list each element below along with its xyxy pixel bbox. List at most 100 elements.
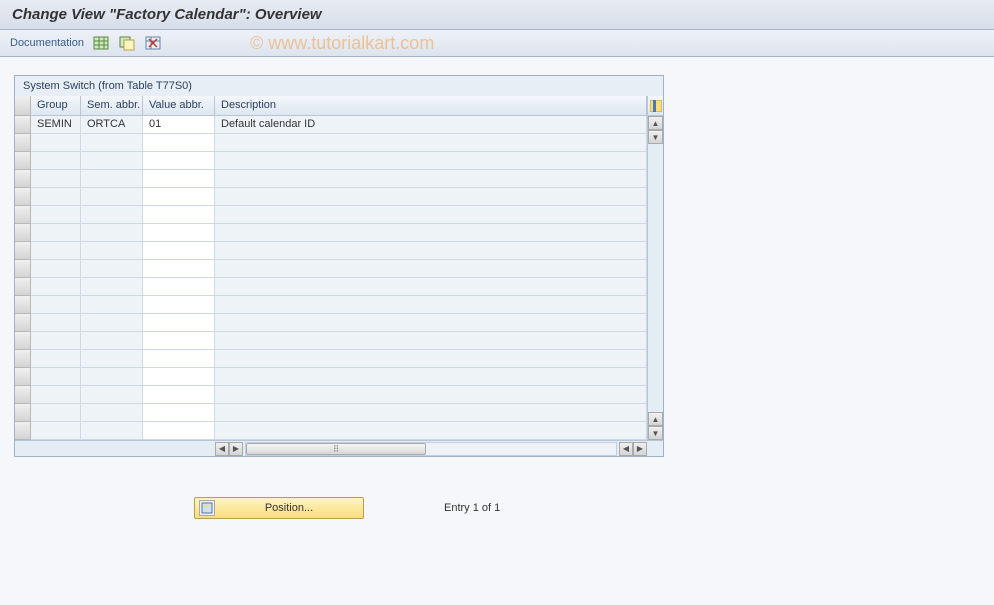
row-selector[interactable] — [15, 350, 31, 368]
cell-value-abbr[interactable] — [143, 242, 215, 260]
cell-sem-abbr — [81, 314, 143, 332]
cell-sem-abbr — [81, 332, 143, 350]
cell-group — [31, 188, 81, 206]
row-selector[interactable] — [15, 224, 31, 242]
scroll-down-icon[interactable]: ▼ — [648, 130, 663, 144]
cell-value-abbr[interactable] — [143, 206, 215, 224]
table-row — [31, 188, 647, 206]
cell-sem-abbr — [81, 152, 143, 170]
scroll-up-icon[interactable]: ▲ — [648, 116, 663, 130]
cell-value-abbr[interactable] — [143, 332, 215, 350]
cell-description — [215, 332, 647, 350]
cell-group — [31, 404, 81, 422]
row-selector[interactable] — [15, 260, 31, 278]
cell-description — [215, 350, 647, 368]
cell-group — [31, 296, 81, 314]
cell-value-abbr[interactable] — [143, 386, 215, 404]
cell-sem-abbr — [81, 404, 143, 422]
cell-sem-abbr — [81, 134, 143, 152]
cell-value-abbr[interactable]: 01 — [143, 116, 215, 134]
watermark-text: © www.tutorialkart.com — [250, 33, 434, 54]
cell-value-abbr[interactable] — [143, 260, 215, 278]
row-selector[interactable] — [15, 134, 31, 152]
cell-description — [215, 278, 647, 296]
cell-value-abbr[interactable] — [143, 296, 215, 314]
cell-description — [215, 206, 647, 224]
cell-description — [215, 224, 647, 242]
scroll-down-end-icon[interactable]: ▼ — [648, 426, 663, 440]
select-all-handle[interactable] — [15, 96, 31, 116]
row-selector[interactable] — [15, 278, 31, 296]
cell-value-abbr[interactable] — [143, 314, 215, 332]
cell-sem-abbr — [81, 260, 143, 278]
cell-value-abbr[interactable] — [143, 404, 215, 422]
column-header-desc[interactable]: Description — [215, 96, 647, 116]
cell-description — [215, 404, 647, 422]
position-button[interactable]: Position... — [194, 497, 364, 519]
column-header-group[interactable]: Group — [31, 96, 81, 116]
row-selector[interactable] — [15, 422, 31, 440]
cell-value-abbr[interactable] — [143, 224, 215, 242]
table-row — [31, 350, 647, 368]
cell-group — [31, 260, 81, 278]
cell-value-abbr[interactable] — [143, 188, 215, 206]
cell-value-abbr[interactable] — [143, 134, 215, 152]
configure-columns-icon[interactable] — [648, 96, 663, 116]
column-header-sem[interactable]: Sem. abbr. — [81, 96, 143, 116]
cell-group — [31, 422, 81, 440]
row-selector[interactable] — [15, 404, 31, 422]
cell-value-abbr[interactable] — [143, 278, 215, 296]
table-row — [31, 260, 647, 278]
row-selector[interactable] — [15, 116, 31, 134]
table-row — [31, 170, 647, 188]
row-selector[interactable] — [15, 170, 31, 188]
page-title: Change View "Factory Calendar": Overview — [12, 6, 322, 23]
table-row — [31, 152, 647, 170]
hscroll-thumb[interactable] — [246, 443, 426, 455]
documentation-button[interactable]: Documentation — [10, 37, 84, 49]
table-row — [31, 242, 647, 260]
row-selector[interactable] — [15, 314, 31, 332]
column-header-val[interactable]: Value abbr. — [143, 96, 215, 116]
cell-value-abbr[interactable] — [143, 170, 215, 188]
scroll-right-end-icon[interactable]: ▶ — [633, 442, 647, 456]
title-bar: Change View "Factory Calendar": Overview — [0, 0, 994, 30]
scroll-right-icon[interactable]: ▶ — [229, 442, 243, 456]
cell-description — [215, 188, 647, 206]
position-icon — [199, 500, 215, 516]
row-selector[interactable] — [15, 296, 31, 314]
vertical-scrollbar[interactable]: ▲ ▼ ▲ ▼ — [647, 96, 663, 440]
hscroll-track[interactable] — [245, 442, 617, 456]
cell-value-abbr[interactable] — [143, 350, 215, 368]
cell-sem-abbr — [81, 188, 143, 206]
row-selector[interactable] — [15, 386, 31, 404]
horizontal-scrollbar[interactable]: ◀ ▶ ◀ ▶ — [15, 440, 663, 456]
copy-as-icon[interactable] — [118, 34, 136, 52]
cell-group — [31, 278, 81, 296]
table-settings-icon[interactable] — [92, 34, 110, 52]
cell-value-abbr[interactable] — [143, 368, 215, 386]
scroll-left-icon[interactable]: ◀ — [215, 442, 229, 456]
cell-value-abbr[interactable] — [143, 422, 215, 440]
scroll-up-end-icon[interactable]: ▲ — [648, 412, 663, 426]
cell-sem-abbr — [81, 278, 143, 296]
row-selector[interactable] — [15, 332, 31, 350]
cell-description — [215, 170, 647, 188]
row-selector[interactable] — [15, 188, 31, 206]
cell-group: SEMIN — [31, 116, 81, 134]
table-row — [31, 206, 647, 224]
row-selector[interactable] — [15, 152, 31, 170]
scroll-left-end-icon[interactable]: ◀ — [619, 442, 633, 456]
content-area: System Switch (from Table T77S0) Group S… — [0, 57, 994, 537]
table-row — [31, 296, 647, 314]
cell-sem-abbr — [81, 170, 143, 188]
row-selector[interactable] — [15, 368, 31, 386]
cell-value-abbr[interactable] — [143, 152, 215, 170]
cell-sem-abbr: ORTCA — [81, 116, 143, 134]
row-selector[interactable] — [15, 242, 31, 260]
delete-selection-icon[interactable] — [144, 34, 162, 52]
cell-group — [31, 224, 81, 242]
cell-sem-abbr — [81, 386, 143, 404]
cell-sem-abbr — [81, 206, 143, 224]
row-selector[interactable] — [15, 206, 31, 224]
